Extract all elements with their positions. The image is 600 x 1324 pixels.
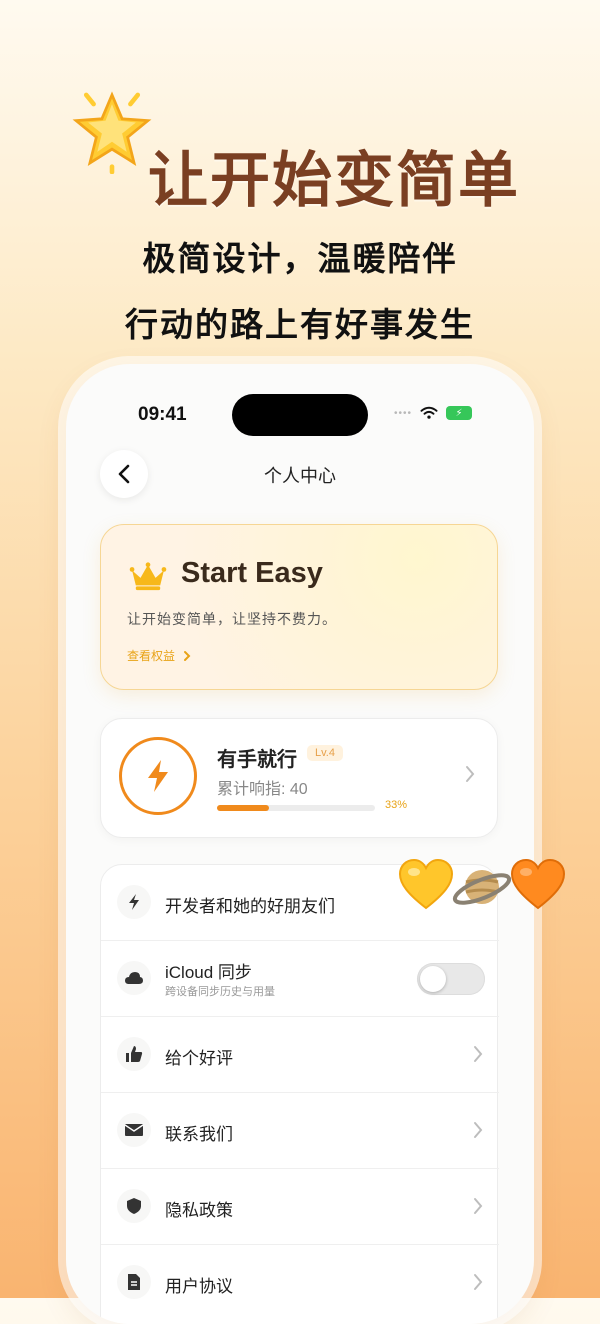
chevron-right-icon (466, 766, 475, 782)
ringed-planet-icon (452, 870, 512, 905)
row-icon-wrap (117, 1189, 151, 1223)
snap-count: 累计响指: 40 (217, 781, 308, 798)
row-icon-wrap (117, 1265, 151, 1299)
list-item-label: 联系我们 (165, 1125, 233, 1144)
promo-subtitle: 极简设计，温暖陪伴 (142, 240, 458, 277)
list-item-user-agreement[interactable]: 用户协议 (101, 1245, 499, 1321)
list-item-label: iCloud 同步 (165, 963, 252, 982)
list-item-sublabel: 跨设备同步历史与用量 (165, 986, 275, 998)
vip-card[interactable]: Start Easy 让开始变简单，让坚持不费力。 查看权益 (100, 524, 498, 690)
star-icon (72, 91, 152, 174)
crown-icon (129, 562, 167, 591)
level-badge: Lv.4 (307, 745, 343, 761)
vip-description: 让开始变简单，让坚持不费力。 (127, 611, 337, 627)
promo-headline: 让开始变简单 (148, 147, 520, 214)
level-progress-fill (217, 805, 270, 811)
level-progress-bar (217, 805, 375, 811)
list-item-label: 给个好评 (165, 1049, 233, 1068)
signal-dots-icon: •••• (394, 407, 413, 419)
list-item-rate-app[interactable]: 给个好评 (101, 1017, 499, 1093)
toggle-knob (420, 966, 446, 992)
orange-heart-icon (510, 858, 566, 910)
lightning-icon (148, 760, 168, 792)
list-item-label: 隐私政策 (165, 1201, 233, 1220)
dynamic-island (232, 394, 368, 436)
cloud-icon (125, 972, 143, 984)
settings-list: 开发者和她的好朋友们 iCloud 同步 跨设备同步历史与用量 给个好评 联系我… (100, 864, 499, 1324)
wifi-icon (420, 406, 438, 419)
page-title: 个人中心 (264, 466, 336, 486)
list-item-label: 开发者和她的好朋友们 (165, 897, 335, 916)
row-icon-wrap (117, 1037, 151, 1071)
charging-battery-icon: ⚡ (446, 406, 473, 420)
status-time: 09:41 (138, 404, 187, 425)
list-item-label: 用户协议 (165, 1277, 233, 1296)
chevron-right-icon (474, 1274, 483, 1290)
icloud-sync-toggle[interactable] (417, 963, 485, 995)
chevron-right-icon (184, 650, 191, 661)
vip-title: Start Easy (181, 557, 323, 589)
list-item-privacy-policy[interactable]: 隐私政策 (101, 1169, 499, 1245)
shield-icon (127, 1198, 141, 1214)
chevron-right-icon (474, 1046, 483, 1062)
phone-mockup: 09:41 •••• ⚡ 个人中心 Start Easy 让开始变简单，让坚持不… (66, 364, 534, 1324)
row-icon-wrap (117, 961, 151, 995)
level-ring (119, 737, 197, 815)
list-item-contact-us[interactable]: 联系我们 (101, 1093, 499, 1169)
chevron-right-icon (474, 1198, 483, 1214)
promo-tagline: 行动的路上有好事发生 (125, 306, 475, 343)
level-card[interactable]: 有手就行 Lv.4 累计响指: 40 33% (100, 718, 498, 838)
envelope-icon (124, 1124, 144, 1136)
document-icon (128, 1274, 140, 1290)
row-icon-wrap (117, 885, 151, 919)
thumbs-up-icon (126, 1046, 143, 1062)
lightning-icon (129, 894, 139, 910)
level-progress-text: 33% (385, 799, 408, 811)
level-name: 有手就行 (217, 749, 297, 771)
view-benefits-label: 查看权益 (127, 649, 176, 663)
chevron-right-icon (474, 1122, 483, 1138)
yellow-heart-icon (398, 858, 454, 910)
list-item-icloud-sync[interactable]: iCloud 同步 跨设备同步历史与用量 (101, 941, 499, 1017)
row-icon-wrap (117, 1113, 151, 1147)
view-benefits-link[interactable]: 查看权益 (127, 647, 191, 664)
status-icons: •••• ⚡ (394, 406, 473, 420)
